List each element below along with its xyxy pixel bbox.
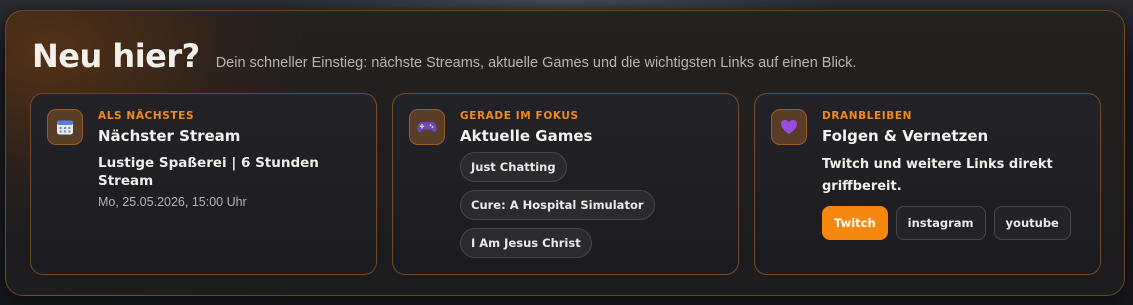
current-games-card: GERADE IM FOKUS Aktuelle Games Just Chat… xyxy=(392,93,739,275)
next-stream-body: ALS NÄCHSTES Nächster Stream Lustige Spa… xyxy=(98,110,362,209)
gamepad-icon xyxy=(409,109,445,145)
game-chip[interactable]: Cure: A Hospital Simulator xyxy=(460,190,655,220)
follow-title: Folgen & Vernetzen xyxy=(822,127,989,145)
welcome-panel: Neu hier? Dein schneller Einstieg: nächs… xyxy=(5,10,1125,296)
instagram-link-button[interactable]: instagram xyxy=(895,206,986,240)
game-chip[interactable]: I Am Jesus Christ xyxy=(460,228,592,258)
twitch-link-button[interactable]: Twitch xyxy=(822,206,888,240)
games-title: Aktuelle Games xyxy=(460,127,593,145)
follow-eyebrow: DRANBLEIBEN xyxy=(822,110,913,122)
panel-header: Neu hier? Dein schneller Einstieg: nächs… xyxy=(32,37,856,75)
stream-name: Lustige Spaßerei | 6 Stunden Stream xyxy=(98,155,319,189)
panel-title: Neu hier? xyxy=(32,37,200,75)
next-stream-title: Nächster Stream xyxy=(98,127,241,145)
game-chip[interactable]: Just Chatting xyxy=(460,152,567,182)
games-eyebrow: GERADE IM FOKUS xyxy=(460,110,579,122)
youtube-link-button[interactable]: youtube xyxy=(993,206,1071,240)
purple-heart-icon xyxy=(771,109,807,145)
games-list: Just Chatting Cure: A Hospital Simulator… xyxy=(460,152,724,258)
stream-datetime: Mo, 25.05.2026, 15:00 Uhr xyxy=(98,195,247,209)
follow-card: DRANBLEIBEN Folgen & Vernetzen Twitch un… xyxy=(754,93,1101,275)
next-stream-eyebrow: ALS NÄCHSTES xyxy=(98,110,195,122)
calendar-icon xyxy=(47,109,83,145)
current-games-body: GERADE IM FOKUS Aktuelle Games Just Chat… xyxy=(460,110,724,258)
follow-description: Twitch und weitere Links direkt griffber… xyxy=(822,157,1053,194)
next-stream-card: ALS NÄCHSTES Nächster Stream Lustige Spa… xyxy=(30,93,377,275)
panel-subtitle: Dein schneller Einstieg: nächste Streams… xyxy=(215,55,857,71)
social-links: Twitch instagram youtube xyxy=(822,206,1086,240)
follow-body: DRANBLEIBEN Folgen & Vernetzen Twitch un… xyxy=(822,110,1086,240)
